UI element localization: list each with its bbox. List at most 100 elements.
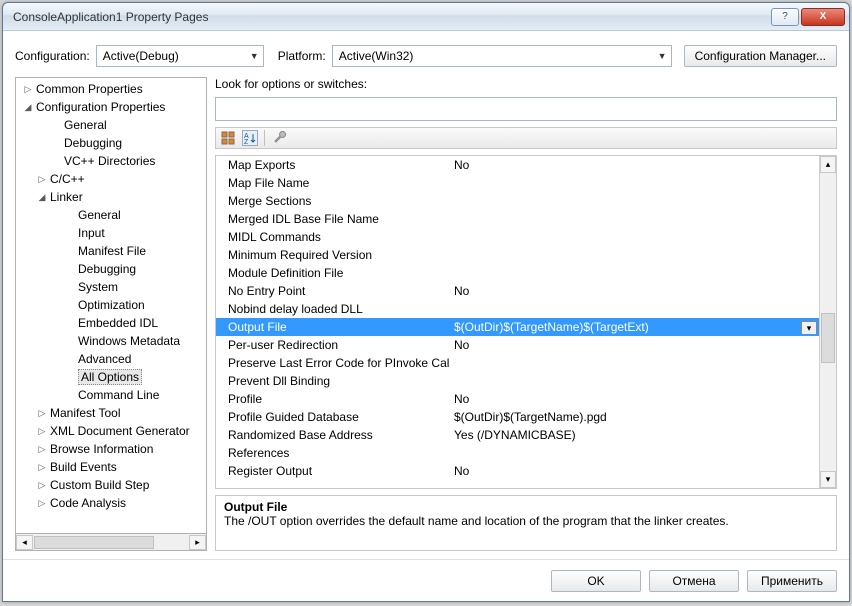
tree-item[interactable]: Manifest File xyxy=(16,242,206,260)
ok-button[interactable]: OK xyxy=(551,570,641,592)
tree-item[interactable]: ◢Linker xyxy=(16,188,206,206)
wrench-icon[interactable] xyxy=(271,130,287,146)
property-row[interactable]: Merged IDL Base File Name xyxy=(216,210,819,228)
tree-item[interactable]: ▷Build Events xyxy=(16,458,206,476)
tree-item[interactable]: System xyxy=(16,278,206,296)
property-name: References xyxy=(216,446,450,460)
property-row[interactable]: No Entry PointNo xyxy=(216,282,819,300)
scroll-up-button[interactable]: ▴ xyxy=(820,156,836,173)
dropdown-button[interactable]: ▾ xyxy=(801,321,817,334)
close-button[interactable]: X xyxy=(801,8,845,26)
property-value[interactable]: No xyxy=(450,284,819,298)
property-value[interactable]: No xyxy=(450,158,819,172)
property-row[interactable]: Prevent Dll Binding xyxy=(216,372,819,390)
tree-item[interactable]: General xyxy=(16,116,206,134)
tree-item[interactable]: Input xyxy=(16,224,206,242)
expand-icon[interactable]: ▷ xyxy=(22,84,34,95)
tree-item-label: Input xyxy=(78,226,105,240)
tree-item[interactable]: Command Line xyxy=(16,386,206,404)
tree-item[interactable]: ▷Custom Build Step xyxy=(16,476,206,494)
alpha-sort-icon[interactable]: AZ xyxy=(242,130,258,146)
property-row[interactable]: Preserve Last Error Code for PInvoke Cal… xyxy=(216,354,819,372)
svg-text:Z: Z xyxy=(244,139,249,145)
property-row[interactable]: Minimum Required Version xyxy=(216,246,819,264)
configuration-row: Configuration: Active(Debug) ▼ Platform:… xyxy=(3,31,849,77)
cancel-button[interactable]: Отмена xyxy=(649,570,739,592)
scroll-thumb[interactable] xyxy=(34,536,154,549)
tree-item[interactable]: ▷C/C++ xyxy=(16,170,206,188)
platform-combo[interactable]: Active(Win32) ▼ xyxy=(332,45,672,67)
tree-view[interactable]: ▷Common Properties◢Configuration Propert… xyxy=(15,77,207,534)
property-row[interactable]: MIDL Commands xyxy=(216,228,819,246)
tree-item[interactable]: ▷Manifest Tool xyxy=(16,404,206,422)
tree-item[interactable]: ◢Configuration Properties xyxy=(16,98,206,116)
expand-icon[interactable]: ▷ xyxy=(36,174,48,185)
property-row[interactable]: Merge Sections xyxy=(216,192,819,210)
categorized-icon[interactable] xyxy=(220,130,236,146)
property-row[interactable]: Randomized Base AddressYes (/DYNAMICBASE… xyxy=(216,426,819,444)
search-input[interactable] xyxy=(215,97,837,121)
configuration-value: Active(Debug) xyxy=(103,49,179,63)
scroll-down-button[interactable]: ▾ xyxy=(820,471,836,488)
apply-button[interactable]: Применить xyxy=(747,570,837,592)
tree-item[interactable]: ▷Browse Information xyxy=(16,440,206,458)
expand-icon[interactable]: ▷ xyxy=(36,498,48,509)
expand-icon[interactable]: ▷ xyxy=(36,426,48,437)
tree-item[interactable]: ▷XML Document Generator xyxy=(16,422,206,440)
tree-item[interactable]: Advanced xyxy=(16,350,206,368)
configuration-label: Configuration: xyxy=(15,49,90,63)
expand-icon[interactable]: ◢ xyxy=(36,192,48,203)
tree-item[interactable]: Optimization xyxy=(16,296,206,314)
expand-icon[interactable]: ▷ xyxy=(36,408,48,419)
property-name: Profile Guided Database xyxy=(216,410,450,424)
property-row[interactable]: Register OutputNo xyxy=(216,462,819,480)
property-row[interactable]: Module Definition File xyxy=(216,264,819,282)
property-row[interactable]: Per-user RedirectionNo xyxy=(216,336,819,354)
property-name: Randomized Base Address xyxy=(216,428,450,442)
tree-item[interactable]: Debugging xyxy=(16,134,206,152)
expand-icon[interactable]: ▷ xyxy=(36,444,48,455)
scroll-left-button[interactable]: ◂ xyxy=(16,535,33,550)
expand-icon[interactable]: ◢ xyxy=(22,102,34,113)
property-name: Prevent Dll Binding xyxy=(216,374,450,388)
dialog-footer: OK Отмена Применить xyxy=(3,559,849,601)
tree-item[interactable]: Debugging xyxy=(16,260,206,278)
property-row[interactable]: Map File Name xyxy=(216,174,819,192)
property-row[interactable]: Output File$(OutDir)$(TargetName)$(Targe… xyxy=(216,318,819,336)
configuration-combo[interactable]: Active(Debug) ▼ xyxy=(96,45,264,67)
tree-item-label: All Options xyxy=(78,369,142,385)
scroll-right-button[interactable]: ▸ xyxy=(189,535,206,550)
tree-item[interactable]: VC++ Directories xyxy=(16,152,206,170)
configuration-manager-button[interactable]: Configuration Manager... xyxy=(684,45,837,67)
property-value[interactable]: $(OutDir)$(TargetName).pgd xyxy=(450,410,819,424)
property-value[interactable]: No xyxy=(450,392,819,406)
scroll-thumb[interactable] xyxy=(821,313,835,363)
property-row[interactable]: References xyxy=(216,444,819,462)
property-value[interactable]: Yes (/DYNAMICBASE) xyxy=(450,428,819,442)
property-row[interactable]: Profile Guided Database$(OutDir)$(Target… xyxy=(216,408,819,426)
tree-item[interactable]: Embedded IDL xyxy=(16,314,206,332)
expand-icon[interactable]: ▷ xyxy=(36,462,48,473)
description-panel: Output File The /OUT option overrides th… xyxy=(215,495,837,551)
property-value[interactable]: No xyxy=(450,464,819,478)
property-grid-scrollbar[interactable]: ▴ ▾ xyxy=(819,156,836,488)
expand-icon[interactable]: ▷ xyxy=(36,480,48,491)
property-row[interactable]: Nobind delay loaded DLL xyxy=(216,300,819,318)
tree-item[interactable]: ▷Common Properties xyxy=(16,80,206,98)
titlebar[interactable]: ConsoleApplication1 Property Pages ? X xyxy=(3,3,849,31)
tree-item[interactable]: General xyxy=(16,206,206,224)
chevron-down-icon: ▼ xyxy=(658,51,667,61)
property-value[interactable]: No xyxy=(450,338,819,352)
tree-item-label: XML Document Generator xyxy=(50,424,190,438)
property-row[interactable]: Map ExportsNo xyxy=(216,156,819,174)
platform-label: Platform: xyxy=(278,49,326,63)
property-value[interactable]: $(OutDir)$(TargetName)$(TargetExt)▾ xyxy=(450,320,819,334)
tree-item[interactable]: Windows Metadata xyxy=(16,332,206,350)
tree-item-label: Advanced xyxy=(78,352,131,366)
tree-horizontal-scrollbar[interactable]: ◂ ▸ xyxy=(15,534,207,551)
help-button[interactable]: ? xyxy=(771,8,799,26)
tree-item[interactable]: ▷Code Analysis xyxy=(16,494,206,512)
tree-item[interactable]: All Options xyxy=(16,368,206,386)
property-row[interactable]: ProfileNo xyxy=(216,390,819,408)
tree-item-label: Manifest Tool xyxy=(50,406,120,420)
